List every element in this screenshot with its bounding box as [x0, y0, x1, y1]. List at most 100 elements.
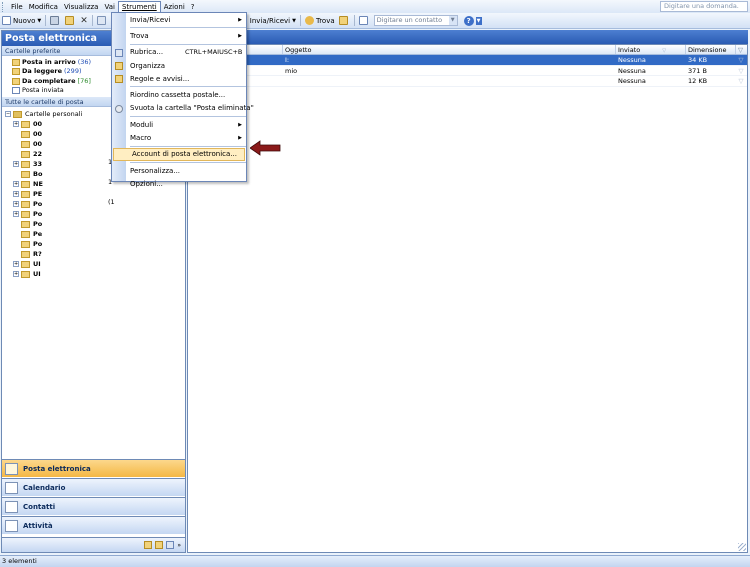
- menu-item-label: Trova: [130, 31, 149, 40]
- expand-icon[interactable]: +: [13, 271, 19, 278]
- expand-icon[interactable]: +: [13, 191, 19, 198]
- new-button[interactable]: Nuovo ▼: [0, 14, 43, 27]
- print-button[interactable]: [48, 14, 63, 27]
- expand-icon[interactable]: +: [13, 121, 19, 128]
- folder-list-icon[interactable]: [155, 541, 164, 549]
- nav-button-mail[interactable]: Posta elettronica: [2, 459, 185, 477]
- address-book-button[interactable]: [337, 14, 352, 27]
- flag-icon[interactable]: ▽: [736, 76, 746, 86]
- tree-folder[interactable]: Pe: [13, 229, 185, 239]
- inbox-icon: [12, 59, 20, 67]
- print-icon: [50, 16, 60, 25]
- menu-item-email-accounts[interactable]: Account di posta elettronica...: [113, 147, 245, 161]
- menu-item-macro[interactable]: Macro ▶: [112, 131, 246, 144]
- notes-icon[interactable]: [144, 541, 153, 549]
- menu-vai[interactable]: Vai: [101, 1, 117, 13]
- tree-folder[interactable]: + UI: [13, 269, 185, 279]
- tree-folder[interactable]: + Po: [13, 199, 185, 209]
- list-scroll-grip[interactable]: [738, 543, 746, 551]
- nav-button-label: Attività: [23, 521, 53, 530]
- menu-modifica[interactable]: Modifica: [26, 1, 61, 13]
- folder-icon: [21, 260, 30, 268]
- folder-icon: [21, 190, 30, 198]
- shortcuts-icon[interactable]: [166, 541, 175, 549]
- expand-icon[interactable]: +: [13, 161, 19, 168]
- tree-label: Po: [33, 200, 43, 209]
- menu-file[interactable]: File: [8, 1, 26, 13]
- expand-icon[interactable]: +: [13, 181, 19, 188]
- menu-strumenti[interactable]: Strumenti: [117, 0, 161, 13]
- toolbar-separator: [91, 15, 93, 26]
- menu-item-label: Moduli: [130, 120, 154, 129]
- menu-item-label: Opzioni...: [130, 179, 163, 188]
- collapse-icon[interactable]: −: [5, 111, 11, 118]
- flag-column-header[interactable]: ▽: [736, 45, 747, 54]
- flag-icon[interactable]: ▽: [736, 66, 746, 76]
- contact-search-input[interactable]: Digitare un contatto ▼: [373, 15, 458, 26]
- tree-folder[interactable]: R?: [13, 249, 185, 259]
- expand-icon[interactable]: +: [13, 201, 19, 208]
- tree-label: 00: [33, 120, 43, 129]
- toolbar-separator: [299, 15, 301, 26]
- menu-help[interactable]: ?: [188, 1, 198, 13]
- reply-button[interactable]: [95, 14, 110, 27]
- column-header-size[interactable]: Dimensione: [686, 45, 736, 54]
- menu-item-label: Account di posta elettronica...: [132, 150, 237, 159]
- menu-item-mailbox-cleanup[interactable]: Riordino cassetta postale...: [112, 88, 246, 101]
- folder-icon: [21, 150, 30, 158]
- folder-icon: [21, 130, 30, 138]
- move-button[interactable]: [63, 14, 78, 27]
- tree-folder[interactable]: Po: [13, 239, 185, 249]
- expand-icon[interactable]: +: [13, 211, 19, 218]
- menu-item-find[interactable]: Trova ▶: [112, 29, 246, 42]
- menu-item-label: Riordino cassetta postale...: [130, 91, 226, 100]
- menu-item-customize[interactable]: Personalizza...: [112, 164, 246, 177]
- tree-label: 33: [33, 160, 43, 169]
- delete-button[interactable]: ✕: [78, 14, 90, 27]
- configure-buttons-icon[interactable]: »: [177, 542, 181, 549]
- move-folder-icon: [65, 16, 75, 25]
- reply-icon: [96, 16, 106, 25]
- tree-folder[interactable]: + Po: [13, 209, 185, 219]
- chevron-down-icon: ▼: [292, 17, 296, 24]
- tree-label: PE: [33, 190, 43, 199]
- menu-visualizza[interactable]: Visualizza: [61, 1, 101, 13]
- column-header-subject[interactable]: Oggetto: [283, 45, 616, 54]
- toolbar-separator: [45, 15, 47, 26]
- menu-item-rules[interactable]: Regole e avvisi...: [112, 72, 246, 85]
- expand-icon[interactable]: +: [13, 261, 19, 268]
- toolbar-separator: [353, 15, 355, 26]
- nav-button-tasks[interactable]: Attività: [2, 516, 185, 534]
- nav-button-calendar[interactable]: Calendario: [2, 478, 185, 496]
- menu-item-organize[interactable]: Organizza: [112, 59, 246, 72]
- menu-item-label: Personalizza...: [130, 166, 181, 175]
- tree-folder[interactable]: Po: [13, 219, 185, 229]
- new-mail-icon: [2, 16, 11, 25]
- menu-item-forms[interactable]: Moduli ▶: [112, 118, 246, 131]
- menu-separator: [130, 145, 246, 147]
- menu-item-options[interactable]: Opzioni...: [112, 177, 246, 190]
- folder-icon: [21, 210, 30, 218]
- message-row[interactable]: I: Nessuna 34 KB ▽: [188, 55, 747, 66]
- tree-folder[interactable]: + PE: [13, 189, 185, 199]
- tree-folder[interactable]: + UI: [13, 259, 185, 269]
- status-text: 3 elementi: [2, 557, 37, 565]
- send-receive-button[interactable]: Invia/Ricevi ▼: [248, 14, 298, 27]
- annotation-arrow-icon: [250, 140, 281, 156]
- menu-azioni[interactable]: Azioni: [161, 1, 188, 13]
- nav-button-label: Calendario: [23, 483, 66, 492]
- menu-item-empty-deleted[interactable]: Svuota la cartella "Posta eliminata": [112, 102, 254, 115]
- help-question-input[interactable]: Digitare una domanda.: [660, 1, 748, 12]
- message-row[interactable]: Nessuna 12 KB ▽: [188, 76, 747, 87]
- flag-icon[interactable]: ▽: [736, 55, 746, 65]
- find-button[interactable]: Trova: [303, 14, 337, 27]
- nav-button-contacts[interactable]: Contatti: [2, 497, 185, 515]
- menu-item-address-book[interactable]: Rubrica... CTRL+MAIUSC+B: [112, 46, 246, 59]
- address-book-small-button[interactable]: [357, 14, 372, 27]
- column-header-sent[interactable]: Inviato ▽: [616, 45, 686, 54]
- help-icon[interactable]: ?: [463, 15, 474, 26]
- chevron-down-icon[interactable]: ▼: [448, 16, 457, 25]
- toolbar-options-button[interactable]: ▼: [474, 14, 484, 27]
- message-row[interactable]: mio Nessuna 371 B ▽: [188, 66, 747, 76]
- menu-item-send-receive[interactable]: Invia/Ricevi ▶: [112, 13, 246, 26]
